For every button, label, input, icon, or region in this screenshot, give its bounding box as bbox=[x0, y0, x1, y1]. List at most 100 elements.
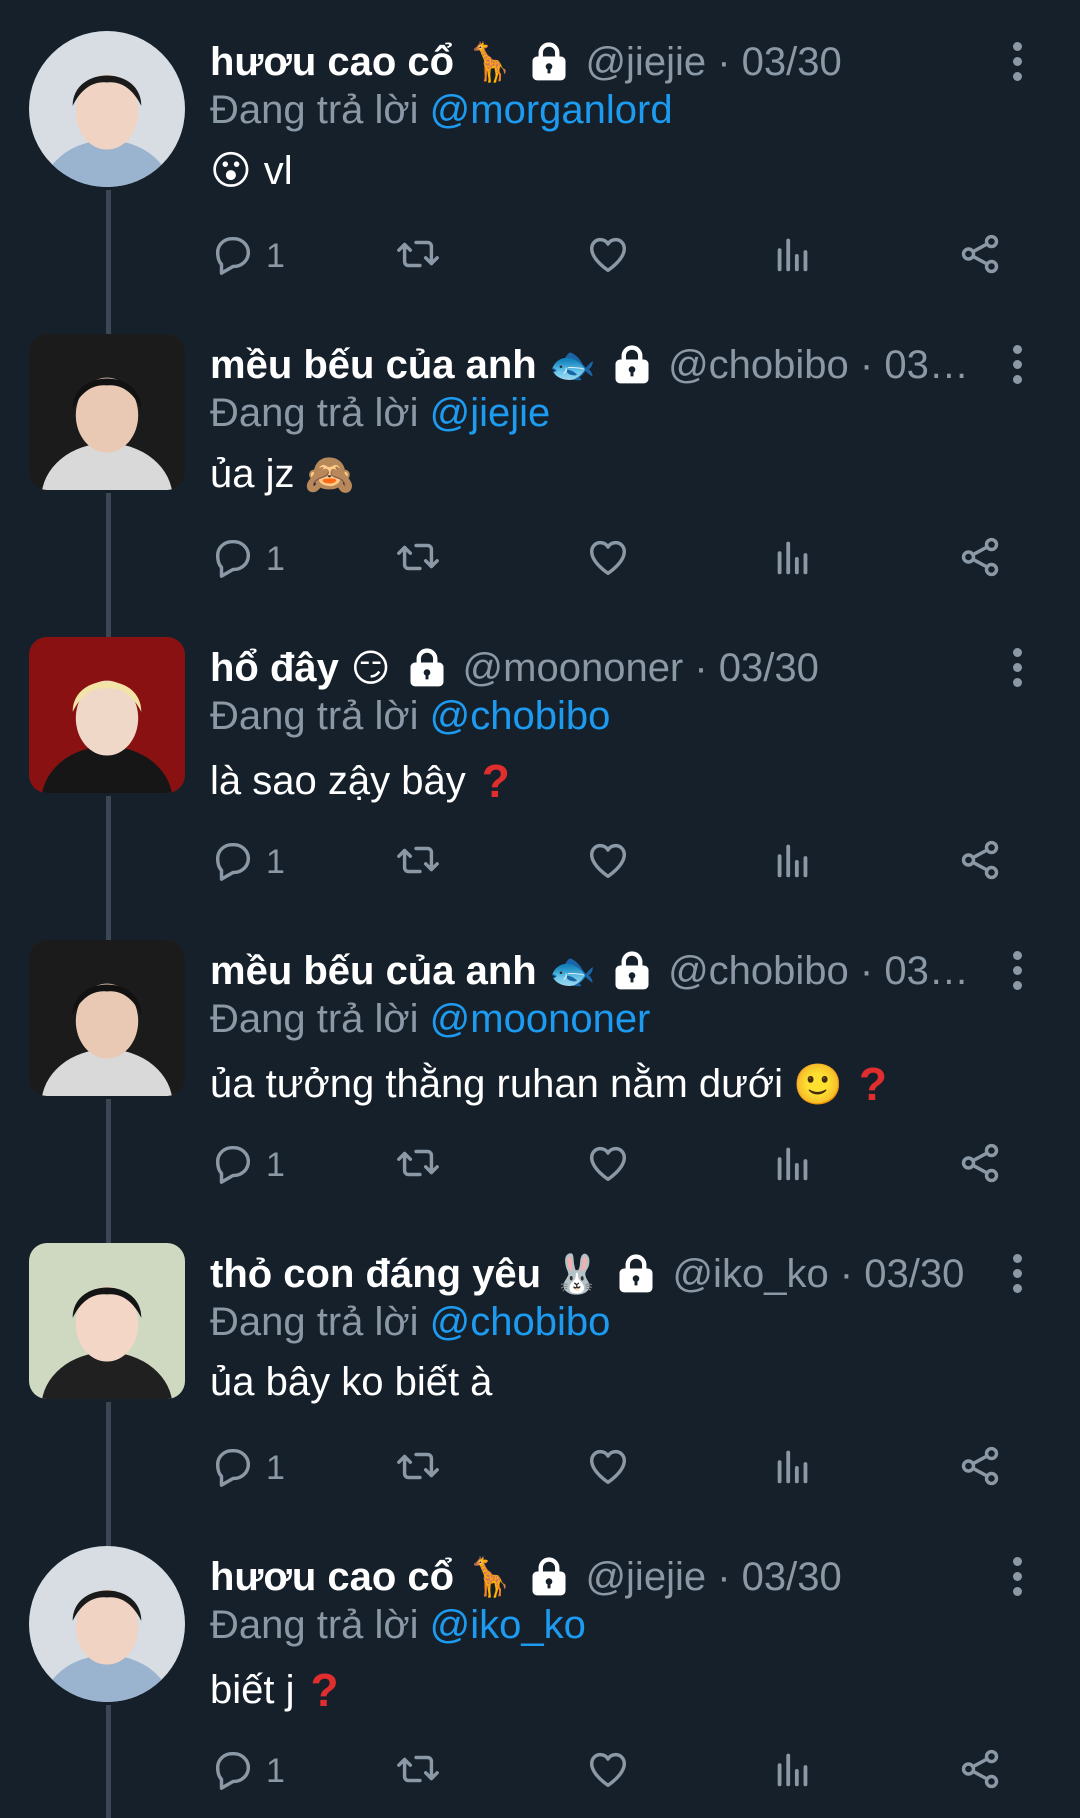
tweet[interactable]: hươu cao cổ 🦒 @jiejie · 03/30 Đang trả lời … bbox=[0, 1515, 1080, 1818]
more-vertical-icon[interactable] bbox=[1009, 42, 1025, 82]
analytics-icon bbox=[770, 231, 816, 282]
handle-and-date[interactable]: @jiejie · 03/30 bbox=[585, 40, 841, 85]
handle-and-date[interactable]: @jiejie · 03/30 bbox=[585, 1555, 841, 1600]
lock-icon bbox=[527, 40, 571, 84]
reply-icon bbox=[210, 1746, 256, 1797]
thread-line bbox=[106, 1705, 111, 1818]
mention-link[interactable]: @morganlord bbox=[430, 88, 673, 132]
handle-and-date[interactable]: @iko_ko · 03/30 bbox=[672, 1252, 964, 1297]
share-button[interactable] bbox=[957, 1440, 1003, 1496]
share-button[interactable] bbox=[957, 531, 1003, 587]
avatar[interactable] bbox=[29, 334, 185, 490]
reply-button[interactable]: 1 bbox=[210, 834, 285, 890]
avatar[interactable] bbox=[29, 1546, 185, 1702]
reply-button[interactable]: 1 bbox=[210, 1137, 285, 1193]
more-vertical-icon[interactable] bbox=[1009, 1557, 1025, 1597]
analytics-button[interactable] bbox=[770, 1440, 816, 1496]
share-icon bbox=[957, 231, 1003, 282]
more-vertical-icon[interactable] bbox=[1009, 1254, 1025, 1294]
mention-link[interactable]: @moononer bbox=[430, 997, 651, 1041]
thread-line bbox=[106, 606, 111, 637]
display-name[interactable]: thỏ con đáng yêu bbox=[210, 1252, 541, 1297]
avatar[interactable] bbox=[29, 940, 185, 1096]
heart-button[interactable] bbox=[585, 1440, 631, 1496]
analytics-button[interactable] bbox=[770, 531, 816, 587]
name-emoji: 🦒 bbox=[466, 39, 514, 84]
more-vertical-icon[interactable] bbox=[1009, 648, 1025, 688]
reply-icon bbox=[210, 1443, 256, 1494]
tweet-header: thỏ con đáng yêu 🐰 @iko_ko · 03/30 bbox=[210, 1246, 970, 1302]
heart-button[interactable] bbox=[585, 1743, 631, 1799]
handle-and-date[interactable]: @moononer · 03/30 bbox=[463, 646, 819, 691]
share-button[interactable] bbox=[957, 228, 1003, 284]
retweet-button[interactable] bbox=[395, 228, 441, 284]
replying-prefix: Đang trả lời bbox=[210, 1603, 430, 1647]
display-name[interactable]: hươu cao cổ bbox=[210, 1555, 454, 1600]
heart-button[interactable] bbox=[585, 1137, 631, 1193]
text-emoji: 🙈 bbox=[304, 452, 355, 498]
reply-count: 1 bbox=[266, 1448, 285, 1487]
thread-line bbox=[106, 796, 111, 909]
retweet-icon bbox=[395, 1443, 441, 1494]
analytics-button[interactable] bbox=[770, 228, 816, 284]
thread-line bbox=[106, 1515, 111, 1546]
lock-icon bbox=[405, 646, 449, 690]
analytics-button[interactable] bbox=[770, 1743, 816, 1799]
heart-icon bbox=[585, 837, 631, 888]
heart-button[interactable] bbox=[585, 228, 631, 284]
reply-button[interactable]: 1 bbox=[210, 531, 285, 587]
replying-prefix: Đang trả lời bbox=[210, 997, 430, 1041]
display-name[interactable]: mều bếu của anh bbox=[210, 343, 537, 388]
tweet-actions: 1 bbox=[210, 834, 1010, 890]
replying-to: Đang trả lời @morganlord bbox=[210, 88, 673, 133]
avatar[interactable] bbox=[29, 1243, 185, 1399]
reply-button[interactable]: 1 bbox=[210, 228, 285, 284]
tweet[interactable]: hổ đây 😏 @moononer · 03/30 Đang trả lời @ch… bbox=[0, 606, 1080, 909]
avatar[interactable] bbox=[29, 637, 185, 793]
display-name[interactable]: mều bếu của anh bbox=[210, 949, 537, 994]
handle-and-date[interactable]: @chobibo · 03/... bbox=[668, 343, 970, 388]
retweet-button[interactable] bbox=[395, 531, 441, 587]
tweet-text-content: vl bbox=[263, 148, 293, 193]
share-icon bbox=[957, 534, 1003, 585]
analytics-button[interactable] bbox=[770, 1137, 816, 1193]
display-name[interactable]: hổ đây bbox=[210, 646, 339, 691]
retweet-button[interactable] bbox=[395, 834, 441, 890]
thread-line bbox=[106, 1402, 111, 1515]
mention-link[interactable]: @jiejie bbox=[430, 391, 551, 435]
reply-button[interactable]: 1 bbox=[210, 1743, 285, 1799]
reply-thread: hươu cao cổ 🦒 @jiejie · 03/30 Đang trả lời … bbox=[0, 0, 1080, 1818]
heart-button[interactable] bbox=[585, 834, 631, 890]
name-emoji: 🐰 bbox=[553, 1251, 601, 1296]
tweet[interactable]: hươu cao cổ 🦒 @jiejie · 03/30 Đang trả lời … bbox=[0, 0, 1080, 303]
mention-link[interactable]: @chobibo bbox=[430, 694, 611, 738]
tweet[interactable]: thỏ con đáng yêu 🐰 @iko_ko · 03/30 Đang trả… bbox=[0, 1212, 1080, 1515]
retweet-button[interactable] bbox=[395, 1137, 441, 1193]
tweet[interactable]: mều bếu của anh 🐟 @chobibo · 03/... Đang tr… bbox=[0, 909, 1080, 1212]
more-vertical-icon[interactable] bbox=[1009, 951, 1025, 991]
lock-icon bbox=[610, 343, 654, 387]
name-emoji: 🦒 bbox=[466, 1554, 514, 1599]
share-button[interactable] bbox=[957, 834, 1003, 890]
replying-to: Đang trả lời @iko_ko bbox=[210, 1603, 586, 1648]
analytics-button[interactable] bbox=[770, 834, 816, 890]
heart-icon bbox=[585, 534, 631, 585]
retweet-button[interactable] bbox=[395, 1743, 441, 1799]
handle-and-date[interactable]: @chobibo · 03/... bbox=[668, 949, 970, 994]
share-button[interactable] bbox=[957, 1743, 1003, 1799]
mention-link[interactable]: @iko_ko bbox=[430, 1603, 586, 1647]
replying-to: Đang trả lời @jiejie bbox=[210, 391, 550, 436]
more-vertical-icon[interactable] bbox=[1009, 345, 1025, 385]
text-emoji: 😮 bbox=[210, 148, 252, 194]
heart-button[interactable] bbox=[585, 531, 631, 587]
thread-line bbox=[106, 1212, 111, 1243]
display-name[interactable]: hươu cao cổ bbox=[210, 40, 454, 85]
avatar[interactable] bbox=[29, 31, 185, 187]
reply-icon bbox=[210, 231, 256, 282]
retweet-button[interactable] bbox=[395, 1440, 441, 1496]
share-button[interactable] bbox=[957, 1137, 1003, 1193]
reply-button[interactable]: 1 bbox=[210, 1440, 285, 1496]
mention-link[interactable]: @chobibo bbox=[430, 1300, 611, 1344]
tweet[interactable]: mều bếu của anh 🐟 @chobibo · 03/... Đang tr… bbox=[0, 303, 1080, 606]
replying-prefix: Đang trả lời bbox=[210, 391, 430, 435]
